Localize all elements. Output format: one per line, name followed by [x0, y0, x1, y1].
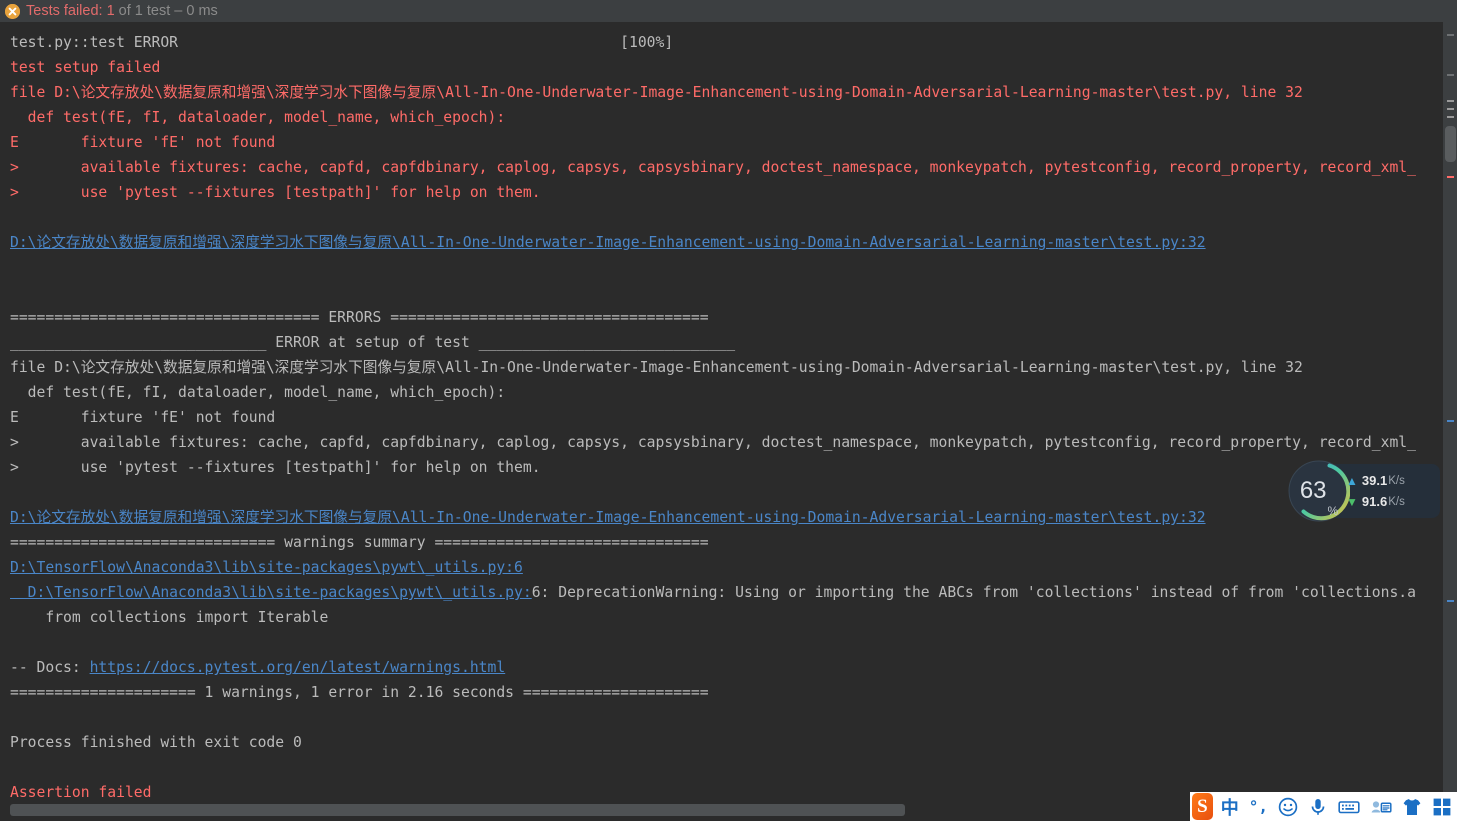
console-line: file D:\论文存放处\数据复原和增强\深度学习水下图像与复原\All-In… — [10, 359, 1303, 376]
right-gutter[interactable] — [1443, 0, 1457, 821]
upload-speed-unit: K/s — [1388, 474, 1405, 487]
download-speed-row: ▼ 91.6 K/s — [1346, 494, 1405, 509]
console-line: D:\TensorFlow\Anaconda3\lib\site-package… — [10, 555, 1443, 580]
language-mode-label: 中 — [1220, 797, 1239, 819]
console-line: file D:\论文存放处\数据复原和增强\深度学习水下图像与复原\All-In… — [10, 84, 1303, 101]
console-line: D:\论文存放处\数据复原和增强\深度学习水下图像与复原\All-In-One-… — [10, 230, 1443, 255]
language-mode-icon[interactable]: 中 — [1216, 792, 1244, 821]
sogou-ime-toolbar[interactable]: S 中 °, — [1190, 792, 1457, 821]
download-speed-value: 91.6 — [1361, 494, 1388, 509]
console-line: E fixture 'fE' not found — [10, 409, 276, 426]
arrow-up-icon: ▲ — [1346, 473, 1358, 488]
upload-speed-value: 39.1 — [1361, 473, 1388, 488]
cpu-usage-ring: 63 % — [1288, 460, 1351, 522]
console-line: def test(fE, fI, dataloader, model_name,… — [10, 109, 506, 126]
horizontal-scrollbar-thumb[interactable] — [10, 804, 905, 816]
vertical-scrollbar-track[interactable] — [1443, 0, 1457, 799]
docs-prefix: -- Docs: — [10, 659, 90, 676]
ide-run-console-window: Tests failed: 1 of 1 test – 0 ms test.py… — [0, 0, 1457, 821]
console-line: ===================== 1 warnings, 1 erro… — [10, 684, 709, 701]
console-line: D:\论文存放处\数据复原和增强\深度学习水下图像与复原\All-In-One-… — [10, 505, 1443, 530]
console-line: > available fixtures: cache, capfd, capf… — [10, 434, 1416, 451]
sogou-logo-icon[interactable]: S — [1192, 793, 1213, 820]
console-line: def test(fE, fI, dataloader, model_name,… — [10, 384, 506, 401]
error-circle-icon — [5, 3, 20, 19]
console-line: _____________________________ ERROR at s… — [10, 334, 736, 351]
console-line: > use 'pytest --fixtures [testpath]' for… — [10, 184, 541, 201]
console-line: > available fixtures: cache, capfd, capf… — [10, 159, 1416, 176]
console-line: D:\TensorFlow\Anaconda3\lib\site-package… — [10, 580, 1443, 605]
warning-text: 6: DeprecationWarning: Using or importin… — [531, 584, 1416, 601]
console-line: test.py::test ERROR [100%] — [10, 34, 674, 51]
emoji-icon[interactable] — [1273, 792, 1303, 821]
file-path-link[interactable]: D:\论文存放处\数据复原和增强\深度学习水下图像与复原\All-In-One-… — [10, 234, 1206, 251]
tests-summary-text: of 1 test – 0 ms — [118, 3, 218, 19]
download-speed-unit: K/s — [1388, 495, 1405, 508]
network-monitor-widget[interactable]: 63 % ▲ 39.1 K/s ▼ 91.6 K/s — [1288, 460, 1440, 522]
toolbox-icon[interactable] — [1427, 792, 1457, 821]
cpu-percent-symbol: % — [1327, 504, 1339, 518]
soft-keyboard-icon[interactable] — [1333, 792, 1365, 821]
arrow-down-icon: ▼ — [1346, 494, 1358, 509]
console-line: =================================== ERRO… — [10, 309, 709, 326]
console-line: Process finished with exit code 0 — [10, 734, 302, 751]
test-status-header: Tests failed: 1 of 1 test – 0 ms — [0, 0, 1457, 22]
vertical-scrollbar-thumb[interactable] — [1445, 126, 1456, 162]
voice-input-icon[interactable] — [1303, 792, 1333, 821]
console-line: test setup failed — [10, 59, 161, 76]
punctuation-mode-label: °, — [1248, 797, 1268, 816]
console-line: -- Docs: https://docs.pytest.org/en/late… — [10, 655, 1443, 680]
file-path-link[interactable]: D:\论文存放处\数据复原和增强\深度学习水下图像与复原\All-In-One-… — [10, 509, 1206, 526]
skin-icon[interactable] — [1397, 792, 1427, 821]
punctuation-mode-icon[interactable]: °, — [1244, 792, 1273, 821]
console-line: E fixture 'fE' not found — [10, 134, 276, 151]
file-path-link[interactable]: D:\TensorFlow\Anaconda3\lib\site-package… — [10, 584, 532, 601]
upload-speed-row: ▲ 39.1 K/s — [1346, 473, 1405, 488]
console-line: > use 'pytest --fixtures [testpath]' for… — [10, 459, 541, 476]
tests-failed-label: Tests failed: — [26, 3, 103, 19]
sogou-logo-label: S — [1197, 795, 1208, 817]
console-line: from collections import Iterable — [10, 609, 329, 626]
cpu-percent-value: 63 — [1299, 477, 1327, 504]
console-line: ============================== warnings … — [10, 534, 709, 551]
tests-failed-count: 1 — [106, 3, 115, 19]
docs-url-link[interactable]: https://docs.pytest.org/en/latest/warnin… — [90, 659, 506, 676]
handwriting-icon[interactable] — [1365, 792, 1397, 821]
file-path-link[interactable]: D:\TensorFlow\Anaconda3\lib\site-package… — [10, 559, 523, 576]
console-output[interactable]: test.py::test ERROR [100%]test setup fai… — [0, 22, 1443, 799]
